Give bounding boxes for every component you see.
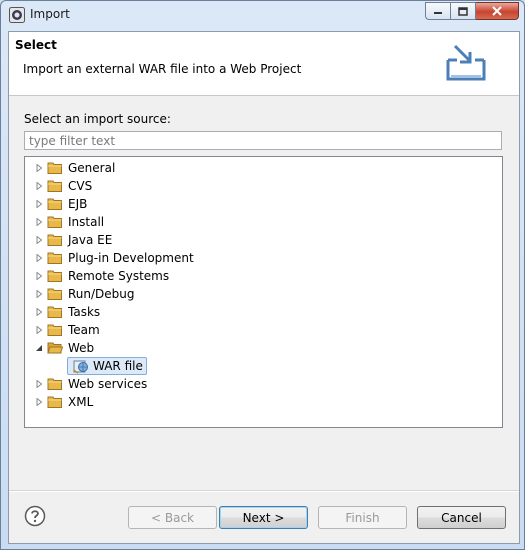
- collapsed-arrow-icon[interactable]: [33, 321, 45, 339]
- folder-icon: [47, 324, 62, 336]
- tree-item-label: Remote Systems: [68, 269, 170, 283]
- tree-category[interactable]: Java EE: [33, 231, 112, 249]
- collapsed-arrow-icon[interactable]: [33, 267, 45, 285]
- tree-item-label: Web: [68, 341, 95, 355]
- tree-category[interactable]: XML: [33, 393, 93, 411]
- collapsed-arrow-icon[interactable]: [33, 285, 45, 303]
- import-source-label: Select an import source:: [24, 112, 171, 126]
- minimize-button[interactable]: [425, 2, 451, 20]
- folder-icon: [47, 162, 62, 174]
- collapsed-arrow-icon[interactable]: [33, 249, 45, 267]
- tree-item-label: Web services: [68, 377, 148, 391]
- title-bar[interactable]: Import: [1, 1, 524, 29]
- close-icon: [492, 6, 502, 16]
- folder-icon: [47, 234, 62, 246]
- tree-category[interactable]: Remote Systems: [33, 267, 169, 285]
- filter-input[interactable]: [24, 131, 502, 150]
- tree-item-label: Install: [68, 215, 105, 229]
- footer-divider-highlight: [9, 491, 519, 492]
- maximize-button[interactable]: [451, 2, 476, 20]
- tree-category[interactable]: Tasks: [33, 303, 100, 321]
- folder-icon: [47, 180, 62, 192]
- war-file-icon: [73, 360, 88, 374]
- folder-icon: [47, 216, 62, 228]
- back-button[interactable]: < Back: [128, 506, 217, 529]
- tree-category[interactable]: Plug-in Development: [33, 249, 194, 267]
- collapsed-arrow-icon[interactable]: [33, 159, 45, 177]
- collapsed-arrow-icon[interactable]: [33, 375, 45, 393]
- collapsed-arrow-icon[interactable]: [33, 177, 45, 195]
- tree-item-label: Run/Debug: [68, 287, 135, 301]
- expanded-arrow-icon[interactable]: [33, 339, 45, 357]
- import-source-tree[interactable]: General CVS EJB Install Java EE Plug-in Devel…: [24, 156, 503, 428]
- folder-icon: [47, 198, 62, 210]
- collapsed-arrow-icon[interactable]: [33, 393, 45, 411]
- close-button[interactable]: [476, 2, 519, 20]
- help-icon[interactable]: [24, 505, 46, 527]
- tree-category[interactable]: EJB: [33, 195, 87, 213]
- minimize-icon: [434, 12, 442, 14]
- folder-open-icon: [47, 342, 63, 354]
- tree-category[interactable]: Run/Debug: [33, 285, 135, 303]
- tree-category[interactable]: Install: [33, 213, 104, 231]
- folder-icon: [47, 396, 62, 408]
- tree-item-label: Team: [68, 323, 100, 337]
- import-dialog: Import Select Import an external WAR fil…: [0, 0, 525, 550]
- tree-category[interactable]: CVS: [33, 177, 92, 195]
- tree-item-label: CVS: [68, 179, 93, 193]
- page-description: Import an external WAR file into a Web P…: [23, 62, 302, 76]
- tree-item-label: Plug-in Development: [68, 251, 194, 265]
- dialog-body: Select Import an external WAR file into …: [8, 31, 520, 544]
- folder-icon: [47, 378, 62, 390]
- cancel-button[interactable]: Cancel: [417, 506, 506, 529]
- banner: Select Import an external WAR file into …: [9, 32, 519, 96]
- eclipse-icon: [9, 7, 25, 23]
- tree-category[interactable]: Team: [33, 321, 100, 339]
- folder-icon: [47, 288, 62, 300]
- tree-category[interactable]: General: [33, 159, 115, 177]
- tree-category[interactable]: Web services: [33, 375, 147, 393]
- collapsed-arrow-icon[interactable]: [33, 303, 45, 321]
- collapsed-arrow-icon[interactable]: [33, 213, 45, 231]
- window-controls: [425, 2, 519, 20]
- folder-icon: [47, 306, 62, 318]
- tree-item-label: WAR file: [93, 359, 143, 373]
- next-button[interactable]: Next >: [219, 506, 308, 529]
- tree-child-item[interactable]: WAR file: [65, 357, 147, 375]
- import-wizard-icon: [446, 44, 486, 81]
- collapsed-arrow-icon[interactable]: [33, 195, 45, 213]
- tree-item-label: XML: [68, 395, 94, 409]
- folder-icon: [47, 252, 62, 264]
- page-title: Select: [15, 38, 57, 52]
- tree-item-label: EJB: [68, 197, 88, 211]
- window-title: Import: [30, 7, 70, 21]
- tree-item-label: Java EE: [68, 233, 113, 247]
- maximize-icon: [458, 6, 468, 16]
- tree-item-label: General: [68, 161, 116, 175]
- collapsed-arrow-icon[interactable]: [33, 231, 45, 249]
- finish-button[interactable]: Finish: [318, 506, 407, 529]
- tree-item-label: Tasks: [68, 305, 101, 319]
- selected-item-highlight[interactable]: WAR file: [67, 357, 147, 375]
- folder-icon: [47, 270, 62, 282]
- tree-category[interactable]: Web: [33, 339, 94, 357]
